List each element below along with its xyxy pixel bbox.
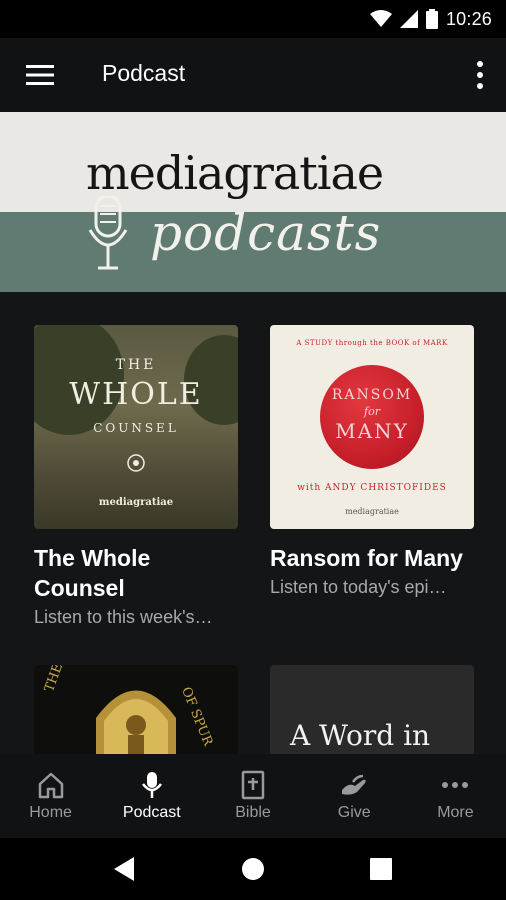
podcast-grid: THE WHOLE COUNSEL mediagratiae The Whole…: [0, 292, 506, 754]
more-horizontal-icon: [442, 782, 469, 788]
home-icon: [38, 772, 63, 799]
nav-item-more[interactable]: More: [405, 754, 506, 838]
banner-wordmark: mediagratiae: [86, 146, 384, 200]
nav-label: More: [437, 804, 474, 821]
nav-item-home[interactable]: Home: [0, 754, 101, 838]
back-icon[interactable]: [108, 852, 142, 886]
podcast-title[interactable]: Ransom for Many: [270, 543, 474, 573]
podcast-description: Listen to today's epi…: [270, 577, 447, 597]
banner-subtitle: podcasts: [150, 204, 382, 262]
podcast-artwork[interactable]: A STUDY through the BOOK of MARK RANSOM …: [270, 325, 474, 529]
nav-label: Home: [29, 804, 72, 821]
nav-label: Podcast: [122, 804, 181, 821]
nav-item-bible[interactable]: Bible: [202, 754, 303, 838]
microphone-icon: [141, 772, 162, 798]
status-time: 10:26: [445, 8, 492, 29]
hamburger-menu-icon[interactable]: [26, 63, 54, 87]
stained-glass-window: [96, 690, 176, 754]
status-icons: 10:26: [369, 6, 492, 32]
bottom-navigation: Home Podcast Bible Give More: [0, 754, 506, 838]
podcast-card-whole-counsel[interactable]: THE WHOLE COUNSEL mediagratiae The Whole…: [34, 325, 238, 628]
podcast-artwork[interactable]: THE WHOLE COUNSEL mediagratiae: [34, 325, 238, 529]
emblem-icon: [127, 454, 145, 472]
podcast-artwork[interactable]: A Word in: [270, 665, 474, 754]
home-circle-icon[interactable]: [236, 852, 270, 886]
nav-label: Give: [337, 804, 371, 821]
podcast-description: Listen to this week's…: [34, 607, 213, 627]
microphone-icon: [88, 196, 128, 270]
cell-signal-icon: [399, 10, 418, 28]
give-hand-icon: [342, 774, 366, 795]
bible-icon: [241, 770, 265, 800]
app-bar: Podcast: [0, 38, 506, 112]
nav-item-give[interactable]: Give: [304, 754, 405, 838]
system-navigation-bar: [0, 838, 506, 900]
more-vertical-icon[interactable]: [474, 60, 486, 90]
podcast-title[interactable]: The Whole Counsel: [34, 543, 238, 603]
podcast-artwork[interactable]: THE HEART OF SPUR: [34, 665, 238, 754]
wifi-icon: [369, 10, 392, 27]
podcast-card-heart-of-spurgeon[interactable]: THE HEART OF SPUR: [34, 665, 238, 754]
podcast-card-ransom-for-many[interactable]: A STUDY through the BOOK of MARK RANSOM …: [270, 325, 474, 598]
status-bar: 10:26: [0, 0, 506, 38]
podcast-banner: mediagratiae podcasts: [0, 112, 506, 292]
page-title: Podcast: [102, 60, 186, 86]
podcast-card-a-word-in[interactable]: A Word in: [270, 665, 474, 754]
recents-icon[interactable]: [364, 852, 398, 886]
nav-label: Bible: [235, 804, 271, 821]
battery-icon: [425, 9, 438, 29]
nav-item-podcast[interactable]: Podcast: [101, 754, 202, 838]
